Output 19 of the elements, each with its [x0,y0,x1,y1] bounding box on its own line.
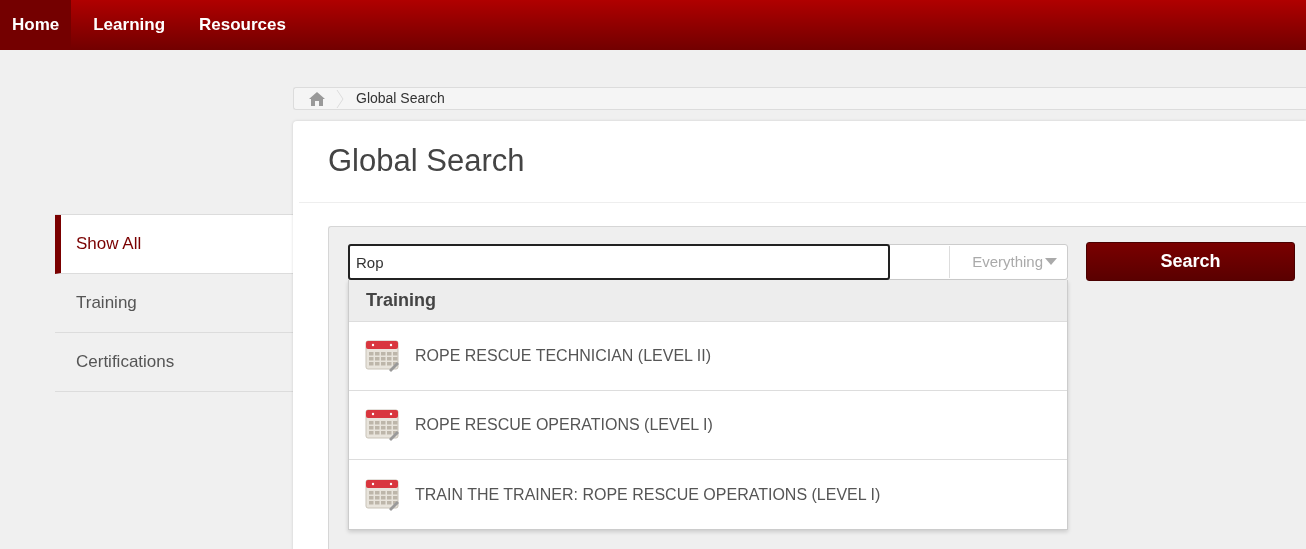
suggestion-item[interactable]: TRAIN THE TRAINER: ROPE RESCUE OPERATIONS (LEVEL I) [349,460,1067,529]
group-header: Training [349,280,1067,322]
calendar-icon [365,340,399,372]
suggestion-label: TRAIN THE TRAINER: ROPE RESCUE OPERATIONS (LEVEL I) [415,484,881,505]
caret-icon [1045,258,1057,266]
calendar-icon [365,409,399,441]
breadcrumb-current: Global Search [356,89,445,108]
nav-tab[interactable]: Resources [187,0,298,50]
search-field[interactable]: Rop [348,244,890,280]
page-title: Global Search [328,142,525,181]
home-icon[interactable] [308,90,326,107]
search-button[interactable]: Search [1086,242,1295,281]
nav-tab[interactable]: Learning [81,0,178,50]
filter-item[interactable]: Show All [55,215,293,274]
suggestion-label: ROPE RESCUE TECHNICIAN (LEVEL II) [415,346,712,366]
suggestion-item[interactable]: ROPE RESCUE TECHNICIAN (LEVEL II) [349,322,1067,391]
suggestion-item[interactable]: ROPE RESCUE OPERATIONS (LEVEL I) [349,391,1067,460]
suggestion-label: ROPE RESCUE OPERATIONS (LEVEL I) [415,415,713,435]
calendar-icon [365,478,399,511]
